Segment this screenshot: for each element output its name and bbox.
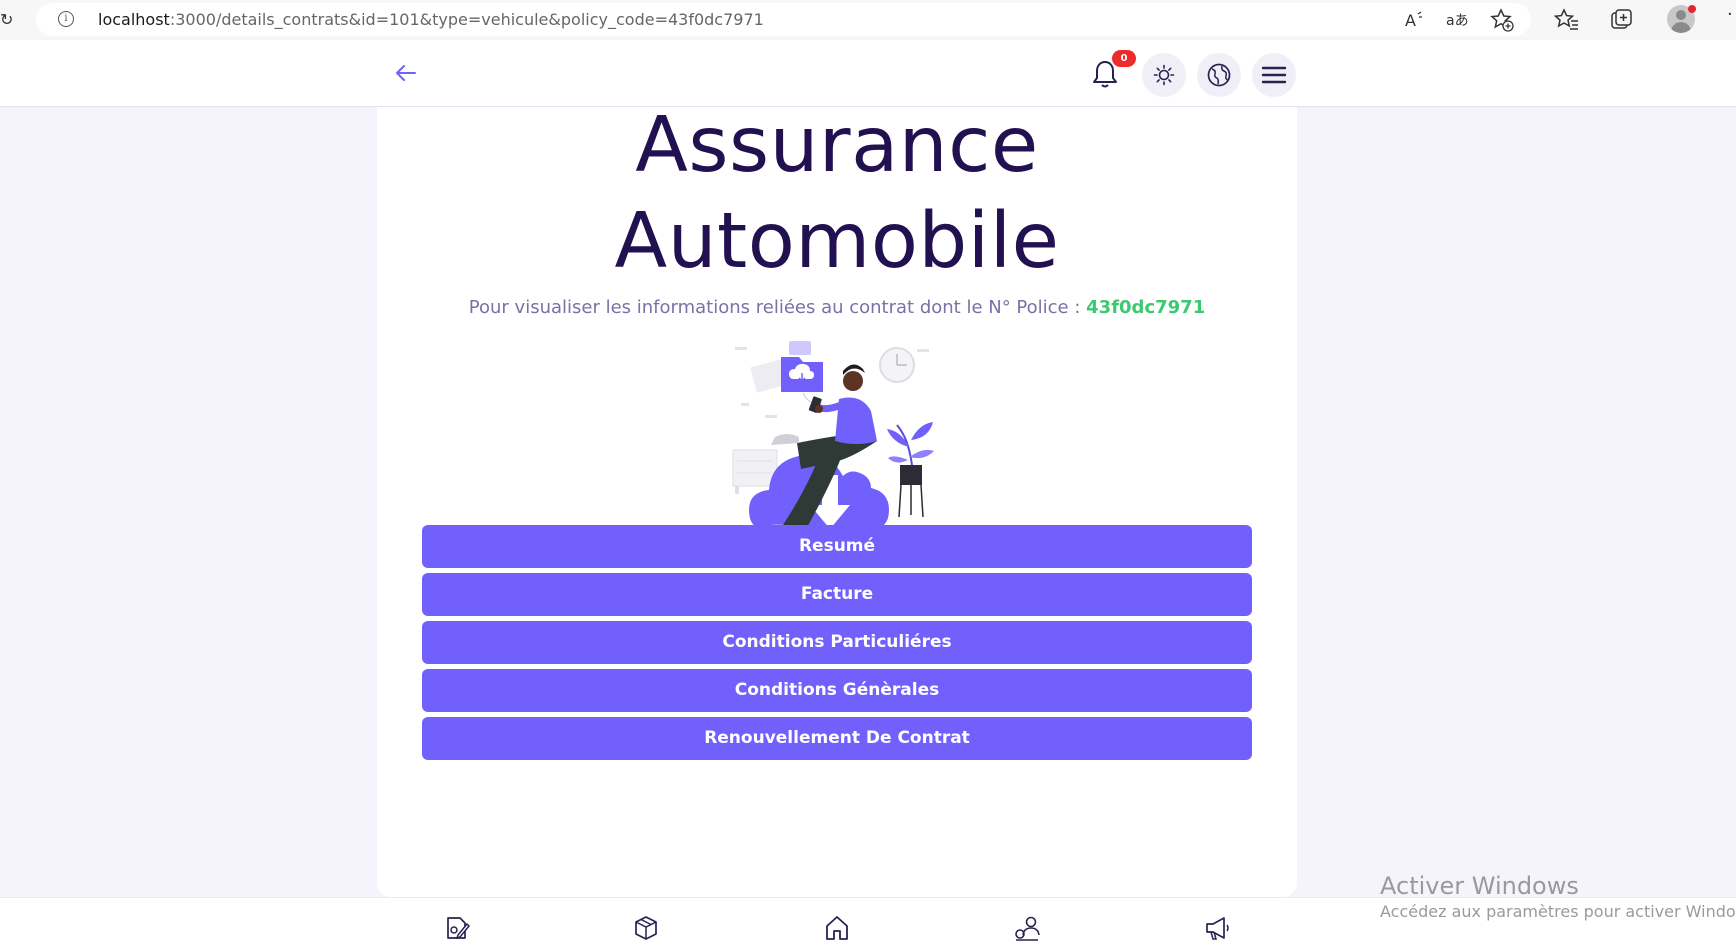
read-aloud-icon[interactable]: A [1400,6,1428,34]
megaphone-icon[interactable] [1202,913,1232,943]
reload-icon[interactable]: ↻ [0,8,14,32]
resume-button[interactable]: Resumé [422,525,1252,568]
notification-badge: 0 [1112,50,1136,67]
user-location-icon[interactable] [1012,913,1042,943]
favorites-icon[interactable] [1553,6,1581,34]
contract-renewal-button[interactable]: Renouvellement De Contrat [422,717,1252,760]
policy-description: Pour visualiser les informations reliées… [377,297,1297,318]
contract-card: Assurance Automobile Pour visualiser les… [377,107,1297,897]
profile-status-dot [1688,5,1696,13]
more-icon[interactable]: · [1727,4,1733,25]
browser-toolbar: ↻ i localhost:3000/details_contrats&id=1… [0,0,1736,40]
windows-activation-watermark: Activer Windows Accédez aux paramètres p… [1380,872,1736,921]
menu-icon[interactable] [1252,53,1296,97]
arrow-left-icon[interactable] [393,60,419,86]
general-conditions-button[interactable]: Conditions Génèrales [422,669,1252,712]
add-favorite-icon[interactable] [1488,6,1516,34]
sun-icon[interactable] [1142,53,1186,97]
page-title-line1: Assurance [635,101,1039,190]
svg-text:A: A [1405,11,1416,30]
globe-icon[interactable] [1197,53,1241,97]
address-bar[interactable]: i localhost:3000/details_contrats&id=101… [36,3,1531,36]
contracts-icon[interactable] [441,913,471,943]
particular-conditions-button[interactable]: Conditions Particuliéres [422,621,1252,664]
translate-icon[interactable]: aあ [1443,6,1471,34]
info-icon[interactable]: i [58,11,74,27]
home-icon[interactable] [822,913,852,943]
page-title-line2: Automobile [614,197,1060,286]
policy-code: 43f0dc7971 [1086,297,1206,318]
watermark-title: Activer Windows [1380,872,1579,900]
svg-text:aあ: aあ [1446,13,1469,29]
app-header: 0 [0,40,1736,107]
collections-icon[interactable] [1608,6,1636,34]
policy-description-text: Pour visualiser les informations reliées… [468,297,1081,318]
watermark-subtitle: Accédez aux paramètres pour activer Wind… [1380,902,1736,921]
invoice-button[interactable]: Facture [422,573,1252,616]
url-text[interactable]: localhost:3000/details_contrats&id=101&t… [98,10,764,29]
box-icon[interactable] [631,913,661,943]
